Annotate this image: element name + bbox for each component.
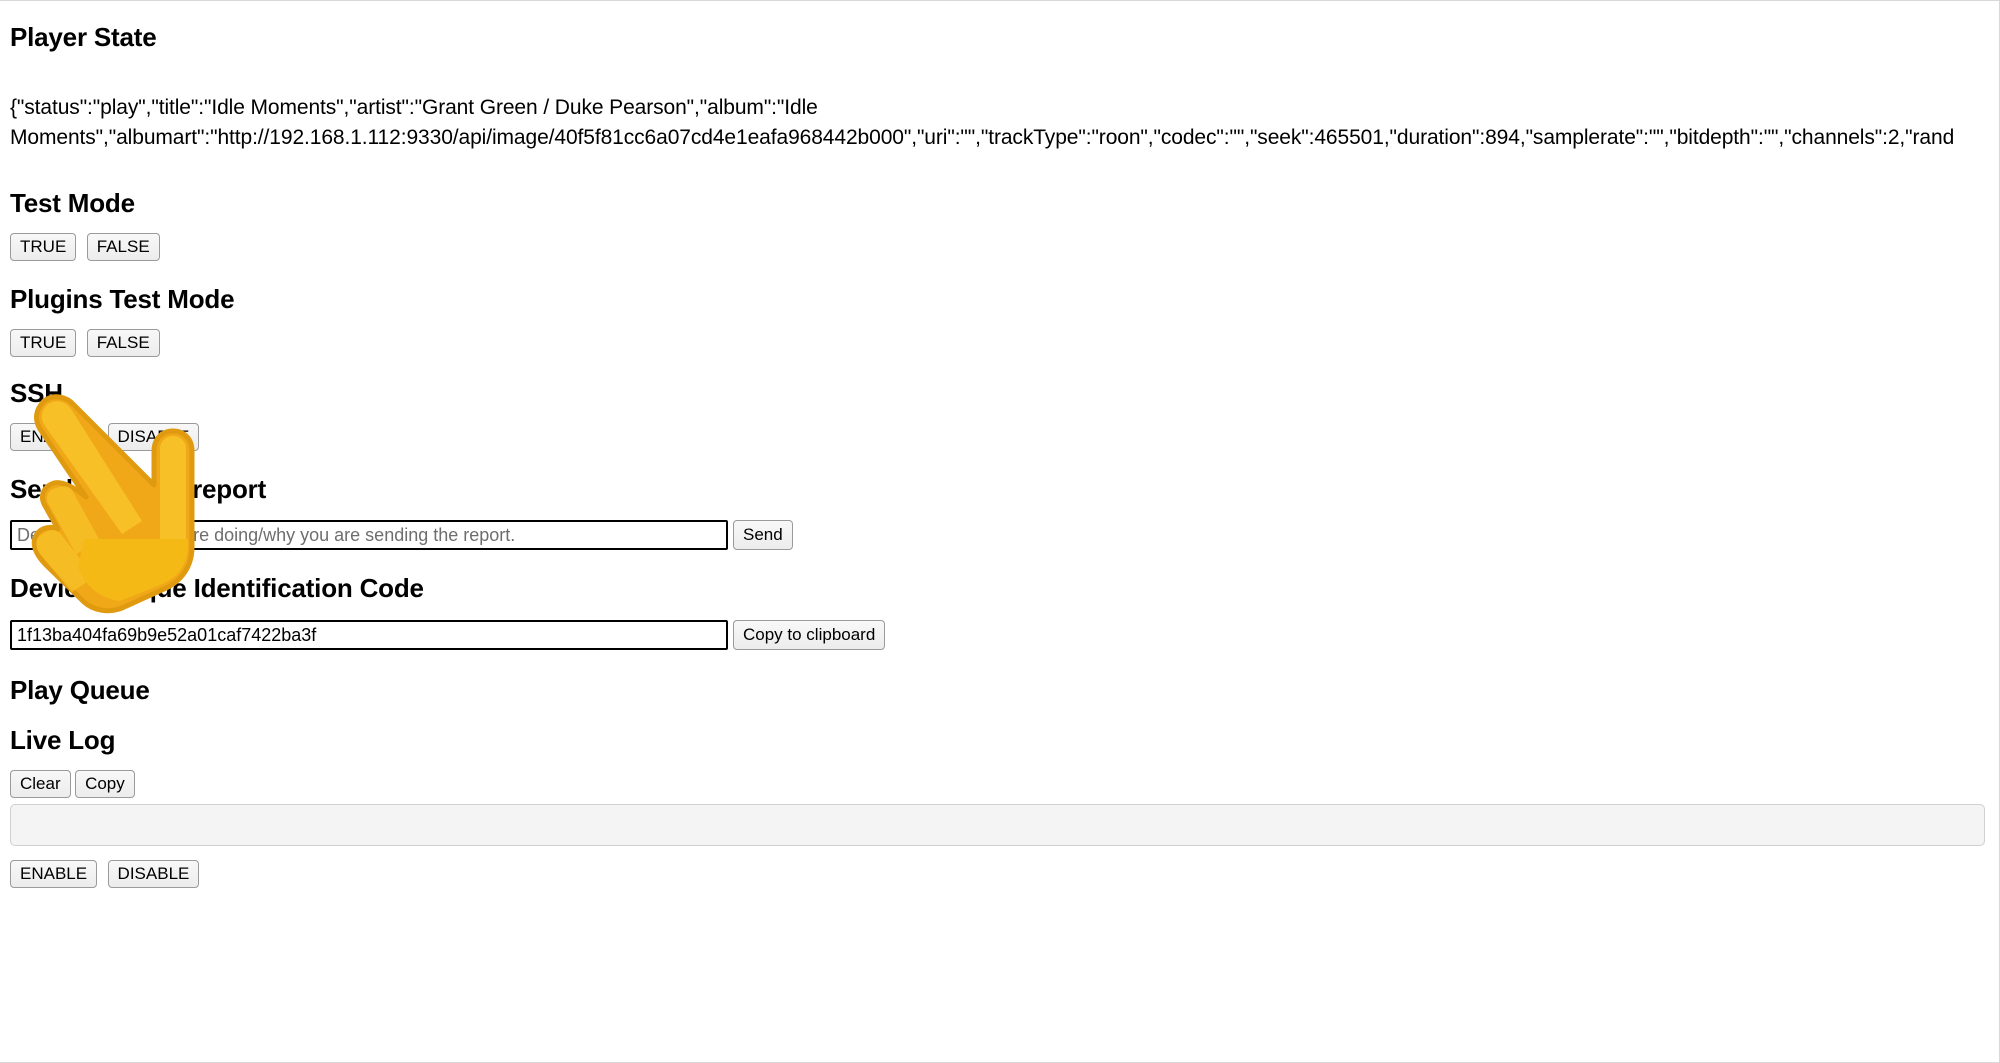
section-test-mode: Test Mode TRUE FALSE	[10, 187, 1989, 261]
copy-to-clipboard-button[interactable]: Copy to clipboard	[733, 620, 886, 651]
bug-report-heading: Send us a bug report	[10, 473, 267, 504]
live-log-heading: Live Log	[10, 725, 116, 756]
live-log-enable-button[interactable]: ENABLE	[10, 860, 98, 889]
player-state-json-line-2: Moments","albumart":"http://192.168.1.11…	[10, 125, 1955, 149]
live-log-buttons: ENABLE DISABLE	[10, 860, 1989, 889]
live-log-clear-button[interactable]: Clear	[10, 770, 71, 799]
play-queue-heading: Play Queue	[10, 675, 150, 706]
live-log-copy-button[interactable]: Copy	[75, 770, 135, 799]
player-state-json: {"status":"play","title":"Idle Moments",…	[10, 93, 1989, 153]
plugins-test-mode-false-button[interactable]: FALSE	[86, 328, 160, 357]
section-ssh: SSH ENABLE DISABLE	[10, 377, 1989, 451]
device-code-input[interactable]	[10, 620, 728, 651]
bug-report-input[interactable]	[10, 520, 728, 551]
bug-report-row: Send	[10, 520, 1989, 551]
live-log-output[interactable]	[10, 804, 1985, 847]
plugins-test-mode-true-button[interactable]: TRUE	[10, 328, 77, 357]
device-code-heading: Device Unique Identification Code	[10, 573, 424, 604]
page-title: Player State	[10, 22, 157, 52]
ssh-buttons: ENABLE DISABLE	[10, 422, 1989, 451]
ssh-enable-button[interactable]: ENABLE	[10, 422, 98, 451]
test-mode-false-button[interactable]: FALSE	[86, 232, 160, 261]
section-player-state: Player State {"status":"play","title":"I…	[10, 1, 1989, 153]
live-log-toolbar: Clear Copy	[10, 770, 1989, 799]
ssh-heading: SSH	[10, 377, 63, 408]
plugins-test-mode-buttons: TRUE FALSE	[10, 328, 1989, 357]
section-device-code: Device Unique Identification Code Copy t…	[10, 573, 1989, 651]
test-mode-heading: Test Mode	[10, 187, 135, 218]
test-mode-true-button[interactable]: TRUE	[10, 232, 77, 261]
section-live-log: Live Log Clear Copy ENABLE DISABLE	[10, 725, 1989, 889]
section-plugins-test-mode: Plugins Test Mode TRUE FALSE	[10, 283, 1989, 357]
debug-page: Player State {"status":"play","title":"I…	[0, 0, 2000, 1063]
section-bug-report: Send us a bug report Send	[10, 473, 1989, 551]
send-bug-report-button[interactable]: Send	[733, 520, 793, 551]
device-code-row: Copy to clipboard	[10, 620, 1989, 651]
player-state-json-line-1: {"status":"play","title":"Idle Moments",…	[10, 95, 818, 119]
section-play-queue: Play Queue	[10, 675, 1989, 706]
ssh-disable-button[interactable]: DISABLE	[107, 422, 200, 451]
page-content: Player State {"status":"play","title":"I…	[0, 1, 1999, 889]
live-log-disable-button[interactable]: DISABLE	[107, 860, 200, 889]
plugins-test-mode-heading: Plugins Test Mode	[10, 283, 235, 314]
test-mode-buttons: TRUE FALSE	[10, 232, 1989, 261]
